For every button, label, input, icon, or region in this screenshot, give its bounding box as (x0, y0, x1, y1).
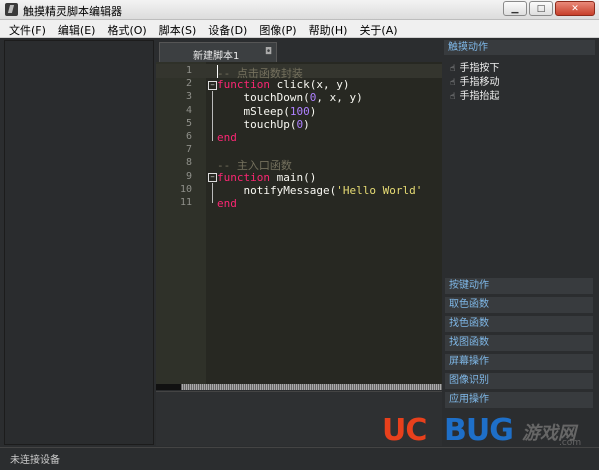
menu-image[interactable]: 图像(P) (253, 20, 302, 38)
item-finger-down[interactable]: ☝ 手指按下 (450, 59, 499, 74)
category-image-recognition[interactable]: 图像识别 (445, 373, 593, 389)
tab-close-icon[interactable]: ◘ (265, 47, 272, 57)
code-line: touchUp(0) (217, 117, 310, 131)
code-line: end (217, 197, 237, 210)
code-line: function main() (217, 170, 317, 184)
tab-strip: 新建脚本1 ◘ (156, 40, 442, 62)
line-number: 8 (185, 157, 192, 169)
line-number: 2 (185, 78, 192, 90)
menu-edit[interactable]: 编辑(E) (52, 20, 102, 38)
item-label: 手指抬起 (459, 91, 500, 102)
status-bar: 未连接设备 (0, 447, 599, 470)
tab-label: 新建脚本1 (193, 51, 240, 62)
watermark-domain: .com (559, 438, 582, 448)
category-color-pick[interactable]: 取色函数 (445, 297, 593, 313)
window-title: 触摸精灵脚本编辑器 (23, 5, 122, 18)
code-line: end (217, 131, 237, 144)
category-screen-ops[interactable]: 屏幕操作 (445, 354, 593, 370)
line-number: 3 (185, 91, 192, 103)
watermark-bug: BUG (444, 413, 514, 448)
title-bar: 触摸精灵脚本编辑器 ▁ □ ✕ (0, 0, 599, 20)
hand-icon: ☝ (450, 92, 456, 102)
connection-status: 未连接设备 (10, 455, 60, 466)
line-number: 10 (179, 183, 192, 195)
code-line: function click(x, y) (217, 78, 350, 92)
fold-guide (212, 183, 213, 203)
horizontal-scrollbar[interactable] (156, 384, 442, 390)
line-number: 4 (185, 104, 192, 116)
tab-script1[interactable]: 新建脚本1 ◘ (159, 42, 277, 62)
watermark-logo: UC BUG 游戏网 .com (382, 413, 594, 448)
app-icon (5, 3, 18, 16)
minimize-button[interactable]: ▁ (503, 1, 527, 16)
menu-file[interactable]: 文件(F) (0, 20, 52, 38)
menu-format[interactable]: 格式(O) (101, 20, 152, 38)
line-number: 6 (185, 131, 192, 142)
line-number: 7 (185, 144, 192, 156)
code-line: mSleep(100) (217, 104, 317, 118)
menu-help[interactable]: 帮助(H) (303, 20, 354, 38)
item-finger-move[interactable]: ☝ 手指移动 (450, 73, 499, 88)
fold-toggle-icon[interactable]: − (208, 173, 217, 182)
code-line: touchDown(0, x, y) (217, 91, 363, 105)
left-panel (4, 40, 154, 445)
line-number: 11 (179, 197, 192, 208)
maximize-button[interactable]: □ (529, 1, 553, 16)
code-editor[interactable]: − − 1 2 3 4 5 6 7 8 9 10 11 -- 点击函数封装 function click… (156, 62, 442, 384)
category-find-color[interactable]: 找色函数 (445, 316, 593, 332)
category-app-ops[interactable]: 应用操作 (445, 392, 593, 408)
menu-about[interactable]: 关于(A) (353, 20, 403, 38)
item-finger-up[interactable]: ☝ 手指抬起 (450, 87, 499, 102)
touch-actions-header[interactable]: 触摸动作 (444, 40, 595, 55)
code-line: notifyMessage('Hello World' (217, 183, 423, 197)
watermark-uc: UC (382, 413, 427, 448)
menu-device[interactable]: 设备(D) (202, 20, 253, 38)
line-number: 9 (185, 170, 192, 182)
line-number: 5 (185, 117, 192, 129)
menu-script[interactable]: 脚本(S) (153, 20, 203, 38)
scroll-thumb[interactable] (156, 384, 181, 390)
menu-bar: 文件(F) 编辑(E) 格式(O) 脚本(S) 设备(D) 图像(P) 帮助(H) 关于(A) (0, 20, 599, 38)
fold-toggle-icon[interactable]: − (208, 81, 217, 90)
close-button[interactable]: ✕ (555, 1, 595, 16)
category-key-actions[interactable]: 按键动作 (445, 278, 593, 294)
category-find-image[interactable]: 找图函数 (445, 335, 593, 351)
fold-guide (212, 91, 213, 141)
line-number: 1 (185, 65, 192, 76)
right-panel: 触摸动作 ☝ 手指按下 ☝ 手指移动 ☝ 手指抬起 按键动作 取色函数 找色函数 找图… (444, 40, 595, 445)
